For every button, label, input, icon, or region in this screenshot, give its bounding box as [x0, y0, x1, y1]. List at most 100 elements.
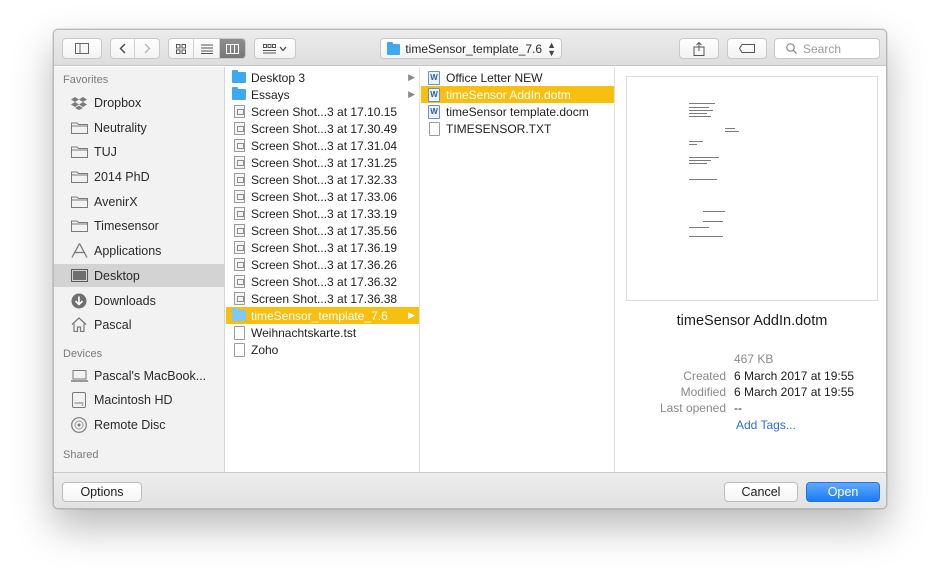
folder-icon: [70, 144, 88, 160]
screenshot-file-icon: [232, 275, 246, 289]
list-item[interactable]: TIMESENSOR.TXT: [421, 120, 614, 137]
last-opened-label: Last opened: [659, 401, 726, 415]
browser-column-desktop: Desktop 3 ▶ Essays ▶ Screen Shot...3 at 17…: [226, 67, 420, 472]
sidebar-toggle-button[interactable]: [62, 38, 102, 59]
list-item[interactable]: Screen Shot...3 at 17.32.33: [226, 171, 419, 188]
chevron-right-icon: ▶: [408, 72, 415, 82]
sidebar-item-macintosh-hd[interactable]: Macintosh HD: [54, 388, 225, 411]
sidebar-item-applications[interactable]: Applications: [54, 239, 225, 262]
screenshot-file-icon: [232, 224, 246, 238]
chevron-right-icon: ▶: [408, 310, 415, 320]
sidebar-item-2014-phd[interactable]: 2014 PhD: [54, 165, 225, 188]
tag-icon: [739, 44, 755, 53]
list-item[interactable]: Screen Shot...3 at 17.30.49: [226, 120, 419, 137]
share-icon: [693, 41, 705, 56]
sidebar-heading-devices: Devices: [63, 348, 103, 360]
folder-icon: [232, 87, 246, 102]
options-button[interactable]: Options: [62, 482, 142, 502]
list-item[interactable]: Screen Shot...3 at 17.33.06: [226, 188, 419, 205]
sidebar: Favorites Dropbox Neutrality TUJ 2014 Ph…: [54, 67, 225, 472]
screenshot-file-icon: [232, 156, 246, 170]
sidebar-item-desktop[interactable]: Desktop: [54, 264, 225, 287]
sidebar-item-label: Dropbox: [94, 95, 142, 110]
chevron-right-icon: [144, 43, 150, 54]
sidebar-item-downloads[interactable]: Downloads: [54, 289, 225, 312]
sidebar-item-label: Desktop: [94, 268, 140, 283]
sidebar-heading-favorites: Favorites: [63, 74, 109, 86]
back-button[interactable]: [111, 39, 136, 58]
sidebar-heading-shared: Shared: [63, 449, 99, 461]
list-item-selected-file[interactable]: WtimeSensor AddIn.dotm: [421, 86, 614, 103]
path-popup-label: timeSensor_template_7.6: [405, 41, 543, 56]
thumbnail-page-lines: [689, 103, 769, 273]
list-item-selected-folder[interactable]: timeSensor_template_7.6 ▶: [226, 307, 419, 324]
chevron-left-icon: [119, 43, 126, 54]
sidebar-icon: [75, 43, 89, 54]
modified-value: 6 March 2017 at 19:55: [734, 385, 855, 399]
sidebar-item-dropbox[interactable]: Dropbox: [54, 91, 225, 114]
column-view-button[interactable]: [219, 39, 245, 58]
sidebar-item-neutrality[interactable]: Neutrality: [54, 116, 225, 139]
list-item[interactable]: Screen Shot...3 at 17.36.38: [226, 290, 419, 307]
last-opened-value: --: [734, 401, 742, 415]
dropbox-icon: [70, 95, 88, 111]
chevron-down-icon: [279, 46, 287, 51]
sidebar-item-timesensor[interactable]: Timesensor: [54, 214, 225, 237]
sidebar-item-macbook[interactable]: Pascal's MacBook...: [54, 364, 225, 387]
sidebar-item-avenirx[interactable]: AvenirX: [54, 190, 225, 213]
path-popup[interactable]: timeSensor_template_7.6 ▲ ▼: [380, 38, 562, 59]
screenshot-file-icon: [232, 190, 246, 204]
screenshot-file-icon: [232, 105, 246, 119]
sidebar-item-pascal[interactable]: Pascal: [54, 313, 225, 336]
folder-icon: [232, 308, 246, 323]
list-item[interactable]: Essays ▶: [226, 86, 419, 103]
list-item[interactable]: Screen Shot...3 at 17.31.04: [226, 137, 419, 154]
open-file-dialog: timeSensor_template_7.6 ▲ ▼ Search Favori…: [53, 29, 887, 509]
list-item[interactable]: Desktop 3 ▶: [226, 69, 419, 86]
browser-column-template-folder: W Office Letter NEW WtimeSensor AddIn.dot…: [421, 67, 615, 472]
list-item[interactable]: WtimeSensor template.docm: [421, 103, 614, 120]
open-button[interactable]: Open: [806, 482, 880, 502]
screenshot-file-icon: [232, 173, 246, 187]
list-item[interactable]: Screen Shot...3 at 17.33.19: [226, 205, 419, 222]
laptop-icon: [70, 368, 88, 384]
forward-button[interactable]: [135, 39, 159, 58]
cancel-button[interactable]: Cancel: [724, 482, 798, 502]
screenshot-file-icon: [232, 207, 246, 221]
share-button[interactable]: [679, 38, 719, 59]
list-item[interactable]: Screen Shot...3 at 17.36.19: [226, 239, 419, 256]
sidebar-item-tuj[interactable]: TUJ: [54, 140, 225, 163]
add-tags-link[interactable]: Add Tags...: [736, 418, 796, 432]
list-item[interactable]: Weihnachtskarte.tst: [226, 324, 419, 341]
list-icon: [200, 44, 213, 54]
search-field[interactable]: Search: [774, 38, 880, 59]
list-item[interactable]: Screen Shot...3 at 17.36.32: [226, 273, 419, 290]
arrange-menu-button[interactable]: [254, 38, 296, 59]
view-mode-segmented: [168, 38, 246, 59]
folder-icon: [387, 42, 401, 55]
document-icon: [232, 342, 246, 357]
list-item[interactable]: Screen Shot...3 at 17.31.25: [226, 154, 419, 171]
list-view-button[interactable]: [194, 39, 220, 58]
word-document-icon: W: [427, 70, 441, 85]
applications-icon: [70, 243, 88, 259]
list-item[interactable]: Zoho: [226, 341, 419, 358]
search-placeholder: Search: [803, 41, 842, 56]
sidebar-item-label: 2014 PhD: [94, 169, 150, 184]
created-value: 6 March 2017 at 19:55: [734, 369, 855, 383]
group-icon: [263, 43, 276, 53]
icon-view-button[interactable]: [169, 39, 195, 58]
list-item[interactable]: Screen Shot...3 at 17.10.15: [226, 103, 419, 120]
preview-created-row: Created 6 March 2017 at 19:55: [616, 369, 886, 385]
desktop-icon: [70, 268, 88, 284]
chevron-right-icon: ▶: [408, 89, 415, 99]
list-item[interactable]: Screen Shot...3 at 17.35.56: [226, 222, 419, 239]
sidebar-item-remote-disc[interactable]: Remote Disc: [54, 413, 225, 436]
preview-last-opened-row: Last opened --: [616, 401, 886, 417]
text-document-icon: [427, 121, 441, 136]
disc-icon: [70, 416, 88, 433]
sidebar-item-label: TUJ: [94, 144, 117, 159]
tags-button[interactable]: [727, 38, 767, 59]
list-item[interactable]: W Office Letter NEW: [421, 69, 614, 86]
list-item[interactable]: Screen Shot...3 at 17.36.26: [226, 256, 419, 273]
